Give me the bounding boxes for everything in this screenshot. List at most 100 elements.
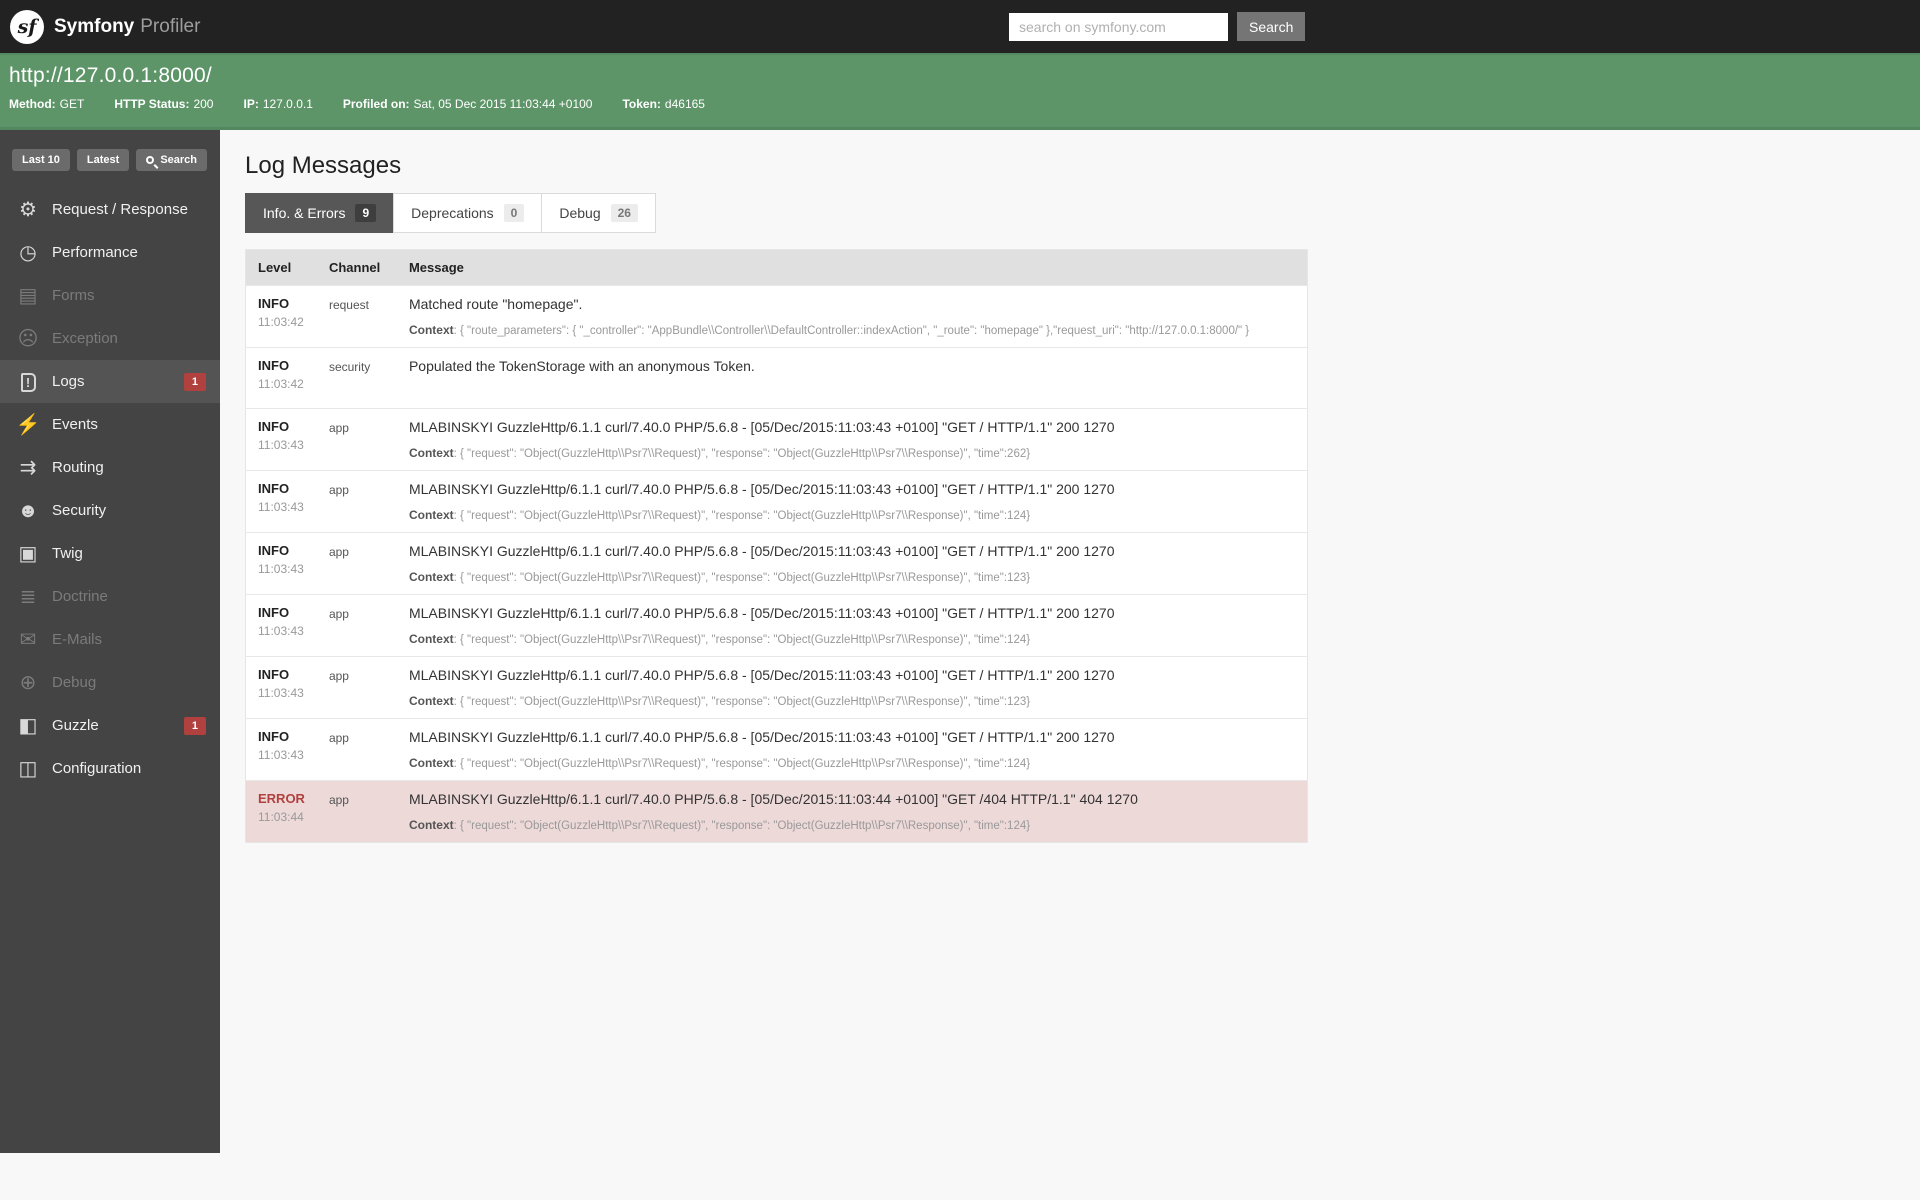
log-channel: app (329, 605, 385, 621)
log-channel: request (329, 296, 385, 312)
sidebar-item-request-response[interactable]: ⚙Request / Response (0, 188, 220, 231)
sidebar-item-twig[interactable]: ▣Twig (0, 532, 220, 575)
meta-value: 200 (193, 97, 213, 111)
sidebar-item-performance[interactable]: ◷ Performance (0, 231, 220, 274)
log-channel-cell: app (317, 595, 397, 657)
log-row: INFO11:03:43appMLABINSKYI GuzzleHttp/6.1… (246, 471, 1308, 533)
log-message: MLABINSKYI GuzzleHttp/6.1.1 curl/7.40.0 … (409, 543, 1295, 561)
sidebar-item-guzzle[interactable]: ◧Guzzle1 (0, 704, 220, 747)
sidebar-item-badge: 1 (184, 373, 206, 391)
log-channel-cell: app (317, 781, 397, 843)
sidebar-button-label: Latest (87, 154, 119, 166)
sidebar-item-exception[interactable]: ☹Exception (0, 317, 220, 360)
log-level: ERROR (258, 791, 305, 806)
sidebar-item-routing[interactable]: ⇉ Routing (0, 446, 220, 489)
sidebar-item-e-mails[interactable]: ✉E-Mails (0, 618, 220, 661)
log-context-body: : { "request": "Object(GuzzleHttp\\Psr7\… (454, 820, 1030, 832)
broadcast-icon: ⚡ (14, 415, 42, 435)
log-time: 11:03:43 (258, 624, 305, 638)
sidebar-item-forms[interactable]: ▤Forms (0, 274, 220, 317)
log-row: INFO11:03:42 request Matched route "homepa… (246, 286, 1308, 348)
log-row: INFO11:03:43appMLABINSKYI GuzzleHttp/6.1… (246, 409, 1308, 471)
meta-label: IP: (243, 97, 258, 111)
log-channel-cell: app (317, 471, 397, 533)
search-input[interactable] (1009, 13, 1228, 41)
sidebar-item-label: Exception (52, 330, 118, 347)
log-level-cell: INFO11:03:42 (246, 286, 317, 348)
log-table-body: INFO11:03:42 request Matched route "homepa… (246, 286, 1308, 843)
sidebar-item-label: Guzzle (52, 717, 99, 734)
sidebar-item-events[interactable]: ⚡Events (0, 403, 220, 446)
sidebar-item-label: Security (52, 502, 106, 519)
sidebar-item-label: Performance (52, 244, 138, 261)
log-level-cell: INFO11:03:42 (246, 348, 317, 409)
log-context: Context: { "request": "Object(GuzzleHttp… (409, 756, 1295, 770)
tab-info-errors[interactable]: Info. & Errors9 (245, 193, 394, 233)
column-header-level: Level (246, 250, 317, 286)
sidebar-search-button[interactable]: Search (136, 149, 207, 171)
request-summary-bar: http://127.0.0.1:8000/ Method:GETHTTP St… (0, 53, 1920, 130)
sidebar-latest-button[interactable]: Latest (77, 149, 129, 171)
log-context-body: : { "request": "Object(GuzzleHttp\\Psr7\… (454, 448, 1030, 460)
envelope-icon: ✉ (14, 630, 42, 650)
log-context-body: : { "request": "Object(GuzzleHttp\\Psr7\… (454, 634, 1030, 646)
log-channel: app (329, 543, 385, 559)
log-context-body: : { "request": "Object(GuzzleHttp\\Psr7\… (454, 696, 1030, 708)
log-message: MLABINSKYI GuzzleHttp/6.1.1 curl/7.40.0 … (409, 419, 1295, 437)
sidebar-item-label: Doctrine (52, 588, 108, 605)
log-context: Context: { "request": "Object(GuzzleHttp… (409, 570, 1295, 584)
meta-value: GET (60, 97, 85, 111)
log-level-cell: INFO11:03:43 (246, 533, 317, 595)
tab-debug[interactable]: Debug26 (541, 193, 656, 233)
log-message-cell: MLABINSKYI GuzzleHttp/6.1.1 curl/7.40.0 … (397, 719, 1308, 781)
log-level: INFO (258, 605, 305, 620)
log-message-cell: Matched route "homepage". Context: { "rou… (397, 286, 1308, 348)
log-context: Context: { "request": "Object(GuzzleHttp… (409, 818, 1295, 832)
symfony-logo-icon[interactable]: sf (10, 10, 44, 44)
search-button[interactable]: Search (1237, 12, 1305, 41)
sidebar-item-doctrine[interactable]: ≣Doctrine (0, 575, 220, 618)
log-context-label: Context (409, 570, 454, 584)
column-header-channel: Channel (317, 250, 397, 286)
tab-deprecations[interactable]: Deprecations0 (393, 193, 542, 233)
brand-subtitle: Profiler (140, 16, 200, 38)
log-message-cell: Populated the TokenStorage with an anony… (397, 348, 1308, 409)
sidebar-item-configuration[interactable]: ◫Configuration (0, 747, 220, 790)
sidebar-item-label: Routing (52, 459, 104, 476)
log-message-cell: MLABINSKYI GuzzleHttp/6.1.1 curl/7.40.0 … (397, 657, 1308, 719)
log-message: Matched route "homepage". (409, 296, 1295, 314)
stopwatch-icon: ◷ (14, 243, 42, 263)
log-context-label: Context (409, 508, 454, 522)
sidebar-item-logs[interactable]: !Logs1 (0, 360, 220, 403)
log-book-icon: ! (14, 371, 42, 392)
log-level: INFO (258, 667, 305, 682)
sidebar-last-10-button[interactable]: Last 10 (12, 149, 70, 171)
log-context-label: Context (409, 818, 454, 832)
log-message: Populated the TokenStorage with an anony… (409, 358, 1295, 376)
tab-label: Info. & Errors (263, 205, 345, 221)
clipboard-icon: ▤ (14, 286, 42, 306)
log-level-cell: ERROR11:03:44 (246, 781, 317, 843)
page-title: Log Messages (245, 152, 1920, 180)
log-time: 11:03:43 (258, 686, 305, 700)
log-message-cell: MLABINSKYI GuzzleHttp/6.1.1 curl/7.40.0 … (397, 533, 1308, 595)
log-time: 11:03:43 (258, 748, 305, 762)
sidebar-buttons: Last 10 Latest Search (0, 130, 220, 171)
log-channel: app (329, 791, 385, 807)
tab-label: Deprecations (411, 205, 494, 221)
sidebar-menu: ⚙Request / Response ◷ Performance ▤Forms☹Ex… (0, 188, 220, 790)
log-context: Context: { "request": "Object(GuzzleHttp… (409, 446, 1295, 460)
log-time: 11:03:43 (258, 438, 305, 452)
log-channel: app (329, 667, 385, 683)
log-context: Context: { "route_parameters": { "_contr… (409, 323, 1295, 337)
table-header-row: Level Channel Message (246, 250, 1308, 286)
log-message-cell: MLABINSKYI GuzzleHttp/6.1.1 curl/7.40.0 … (397, 409, 1308, 471)
sidebar-item-debug[interactable]: ⊕Debug (0, 661, 220, 704)
column-header-message: Message (397, 250, 1308, 286)
log-context: Context: { "request": "Object(GuzzleHttp… (409, 694, 1295, 708)
gears-icon: ⚙ (14, 200, 42, 220)
log-channel-cell: app (317, 657, 397, 719)
log-channel-cell: app (317, 409, 397, 471)
signpost-icon: ⇉ (14, 458, 42, 478)
sidebar-item-security[interactable]: ☻Security (0, 489, 220, 532)
